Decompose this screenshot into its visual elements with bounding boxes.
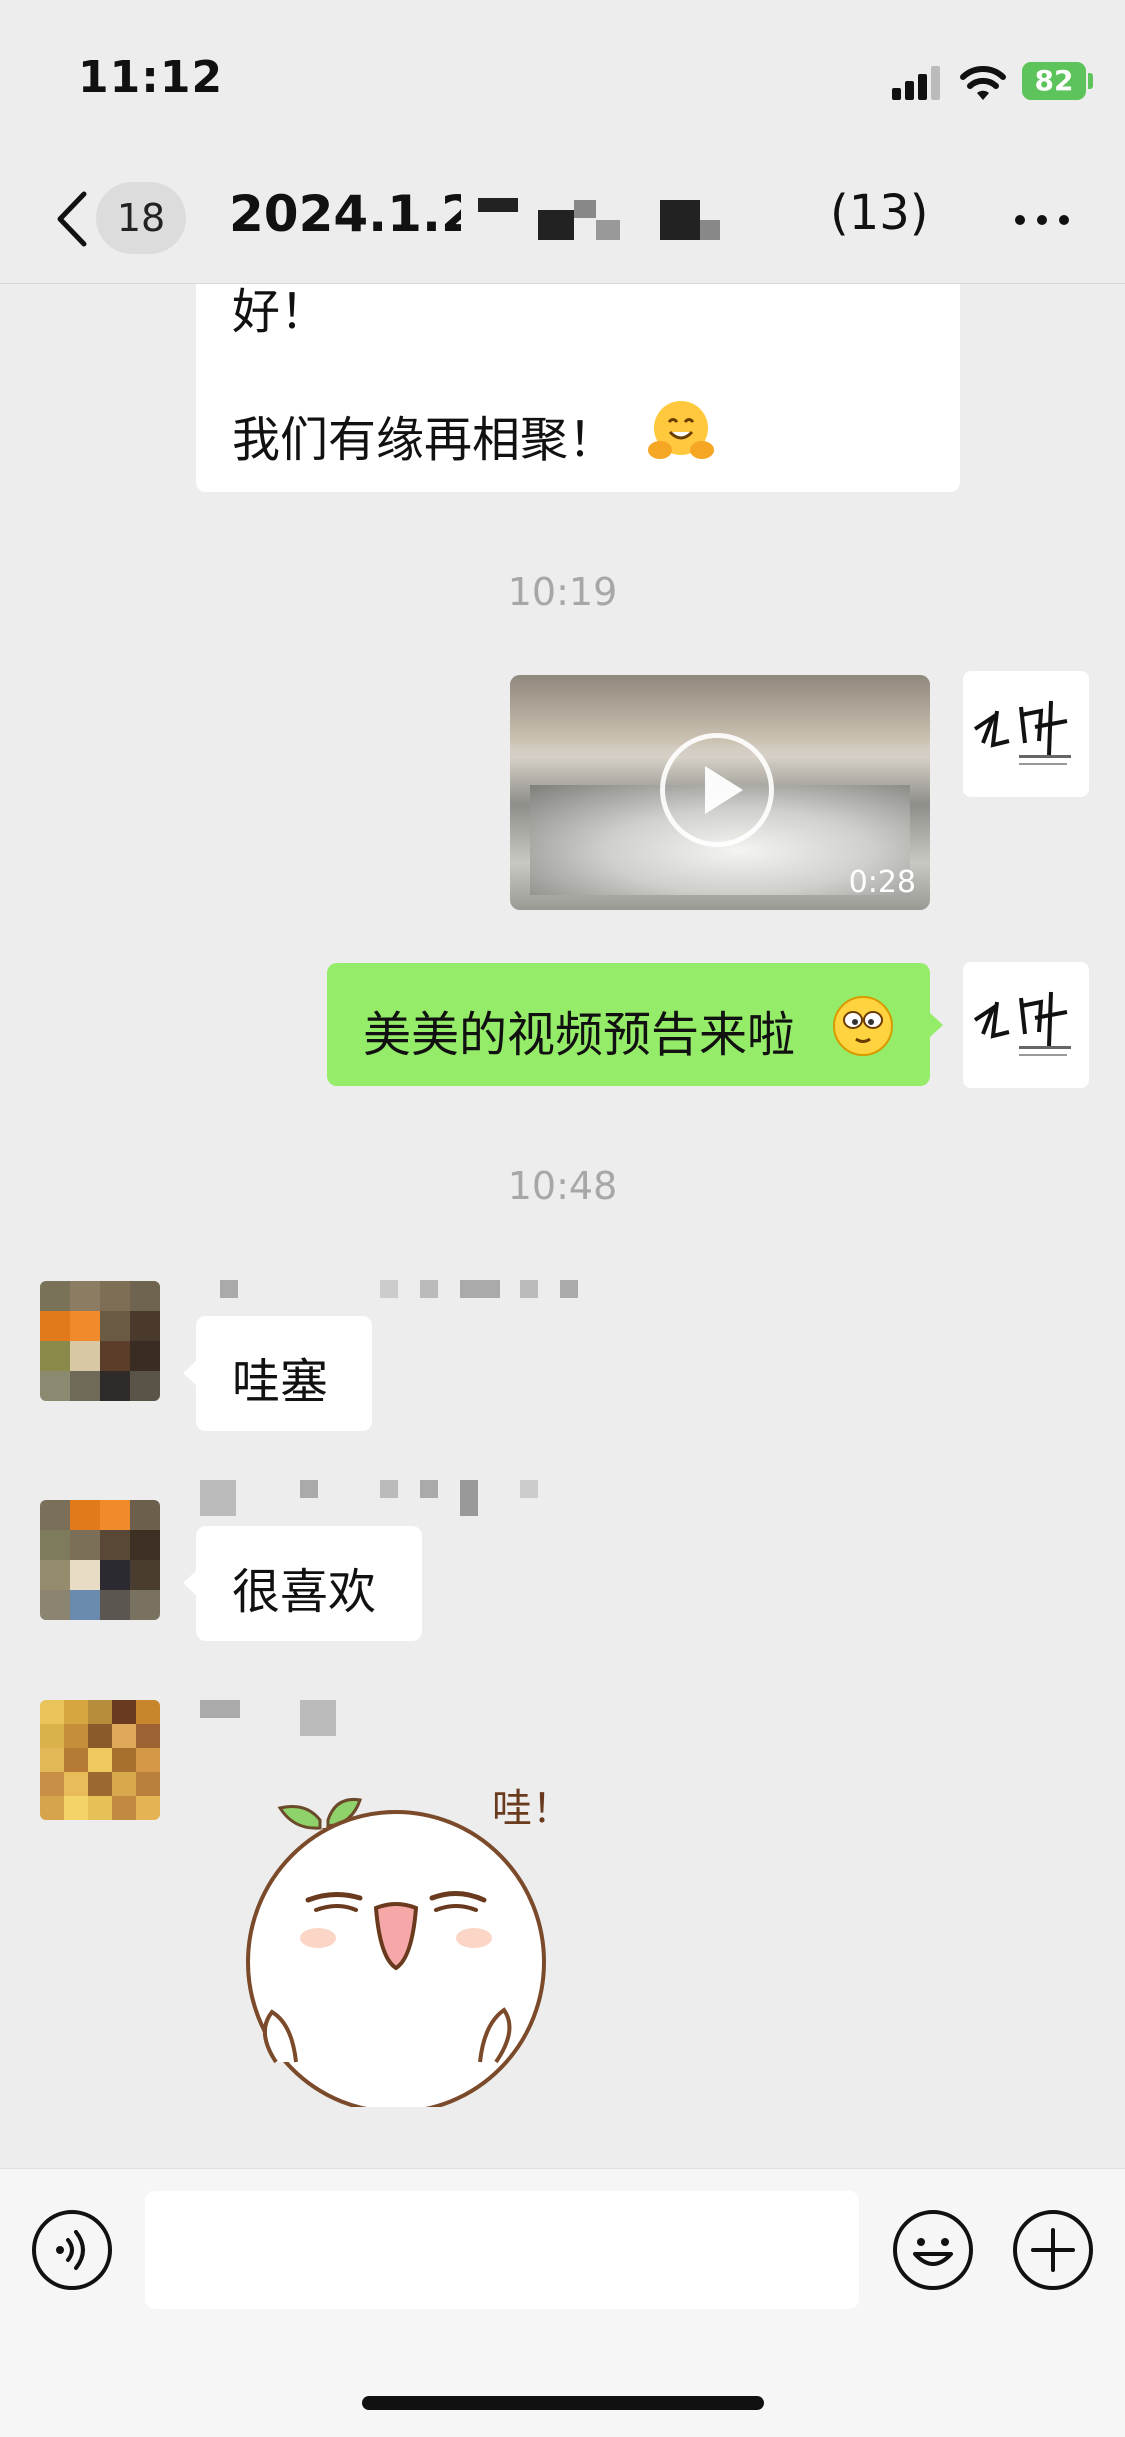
redacted-sender-name: [560, 1280, 578, 1298]
redacted-sender-name: [300, 1700, 336, 1736]
bubble-tail: [183, 1570, 197, 1596]
sent-message-text: 美美的视频预告来啦: [363, 1007, 796, 1063]
wink-emoji-icon: [833, 996, 893, 1056]
redacted-sender-name: [460, 1480, 478, 1516]
redacted-sender-name: [220, 1280, 238, 1298]
studio-logo-icon: [973, 700, 1071, 765]
chat-title: 2024.1.20: [229, 185, 461, 243]
play-button[interactable]: [660, 733, 774, 847]
sticker-text: 哇！: [492, 1786, 572, 1832]
redacted-title-block: [574, 200, 596, 218]
redacted-sender-name: [460, 1280, 500, 1298]
bubble-tail: [183, 1360, 197, 1386]
home-indicator: [362, 2396, 764, 2410]
video-message[interactable]: 0:28: [510, 675, 930, 910]
timestamp: 10:19: [507, 570, 618, 614]
unread-count-badge[interactable]: 18: [96, 182, 186, 254]
signal-icon: [892, 66, 940, 100]
back-chevron-icon[interactable]: [52, 190, 92, 248]
redacted-sender-name: [300, 1480, 318, 1498]
message-input[interactable]: [145, 2191, 859, 2309]
received-message-text: 哇塞: [232, 1354, 329, 1410]
redacted-title-block: [538, 210, 574, 240]
redacted-sender-name: [420, 1480, 438, 1498]
self-avatar[interactable]: [963, 962, 1089, 1088]
emoji-picker-icon[interactable]: [891, 2208, 975, 2292]
status-bar: 11:12 82: [0, 0, 1125, 150]
redacted-sender-name: [380, 1280, 398, 1298]
video-duration: 0:28: [848, 865, 916, 900]
sender-avatar[interactable]: [40, 1281, 160, 1401]
status-time: 11:12: [78, 52, 224, 103]
hugging-face-emoji-icon: [648, 401, 714, 459]
message-text: 我们有缘再相聚！: [232, 412, 617, 468]
redacted-title-block: [596, 220, 620, 240]
redacted-sender-name: [520, 1480, 538, 1498]
battery-tip: [1088, 73, 1093, 89]
voice-input-icon[interactable]: [30, 2208, 114, 2292]
wifi-icon: [960, 66, 1006, 100]
sender-avatar[interactable]: [40, 1700, 160, 1820]
message-text: 好！: [232, 284, 329, 340]
sticker-message[interactable]: 哇！: [236, 1762, 576, 2130]
bubble-tail: [929, 1012, 943, 1038]
redacted-sender-name: [520, 1280, 538, 1298]
more-options-icon[interactable]: [1012, 205, 1072, 235]
self-avatar[interactable]: [963, 671, 1089, 797]
redacted-sender-name: [380, 1480, 398, 1498]
redacted-sender-name: [200, 1700, 240, 1718]
timestamp: 10:48: [507, 1164, 618, 1208]
received-message-text: 很喜欢: [232, 1564, 377, 1620]
studio-logo-icon: [973, 991, 1071, 1056]
redacted-sender-name: [420, 1280, 438, 1298]
sender-avatar[interactable]: [40, 1500, 160, 1620]
add-attachment-icon[interactable]: [1011, 2208, 1095, 2292]
redacted-title-block: [700, 220, 720, 240]
battery-indicator: 82: [1022, 62, 1086, 100]
member-count: (13): [830, 185, 929, 241]
play-icon: [705, 766, 743, 814]
redacted-title-block: [660, 200, 700, 240]
redacted-title-block: [478, 198, 518, 212]
redacted-sender-name: [200, 1480, 236, 1516]
